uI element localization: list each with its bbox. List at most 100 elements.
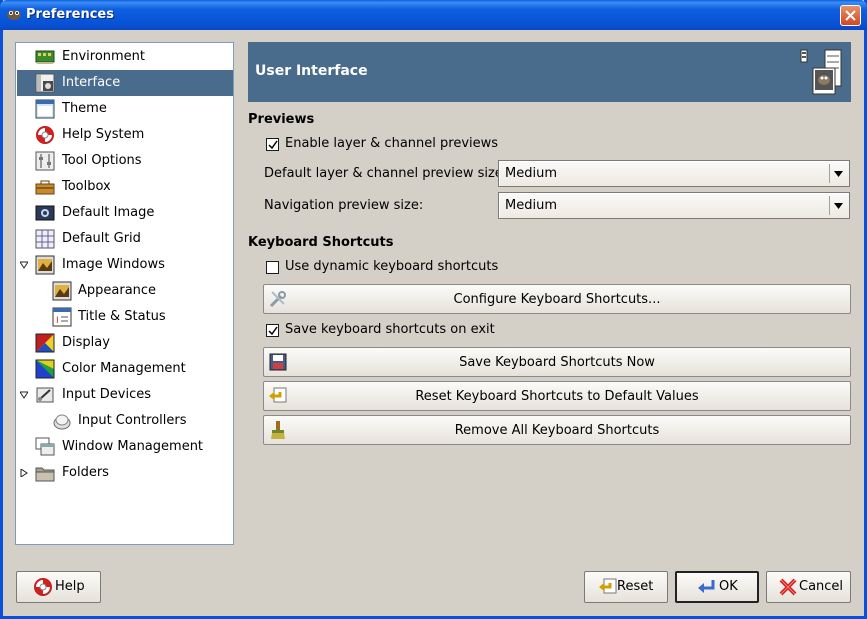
tree-label: Input Controllers — [78, 413, 187, 428]
close-button[interactable] — [840, 5, 861, 26]
tree-item-display[interactable]: Display — [17, 330, 233, 356]
collapsed-arrow-icon[interactable] — [20, 469, 28, 477]
tree-label: Tool Options — [62, 153, 142, 168]
remove-all-shortcuts-button[interactable]: Remove All Keyboard Shortcuts — [263, 415, 851, 445]
save-shortcuts-now-button[interactable]: Save Keyboard Shortcuts Now — [263, 347, 851, 377]
checkmark-icon — [268, 326, 278, 336]
save-on-exit-label[interactable]: Save keyboard shortcuts on exit — [285, 322, 495, 337]
lifebuoy-icon — [36, 126, 54, 144]
tree-label: Window Management — [62, 439, 204, 454]
input-controllers-icon — [53, 414, 71, 430]
lifebuoy-icon — [34, 578, 52, 596]
tree-item-environment[interactable]: Environment — [17, 44, 233, 70]
default-image-icon — [35, 205, 55, 221]
tree-item-folders[interactable]: Folders — [17, 460, 233, 486]
tree-item-input-devices[interactable]: Input Devices — [17, 382, 233, 408]
default-preview-size-label: Default layer & channel preview size: — [264, 166, 508, 181]
page-header: User Interface — [248, 42, 851, 102]
dropdown-button[interactable] — [829, 164, 847, 183]
tree-item-image-windows[interactable]: Image Windows — [17, 252, 233, 278]
tree-item-window-management[interactable]: Window Management — [17, 434, 233, 460]
enable-previews-label[interactable]: Enable layer & channel previews — [285, 136, 498, 151]
select-value: Medium — [505, 166, 557, 181]
reset-shortcuts-button[interactable]: Reset Keyboard Shortcuts to Default Valu… — [263, 381, 851, 411]
gimp-icon — [7, 10, 21, 20]
keyboard-shortcuts-heading: Keyboard Shortcuts — [248, 235, 394, 250]
button-label: Cancel — [799, 579, 844, 594]
default-grid-icon — [35, 229, 55, 249]
tree-item-theme[interactable]: Theme — [17, 96, 233, 122]
image-windows-icon — [35, 255, 55, 275]
tree-item-title-status[interactable]: I Title & Status — [17, 304, 233, 330]
svg-text:I: I — [56, 316, 59, 326]
window-title: Preferences — [26, 7, 114, 22]
toolbox-icon — [35, 180, 55, 195]
button-label: Reset Keyboard Shortcuts to Default Valu… — [415, 389, 699, 404]
configure-shortcuts-button[interactable]: Configure Keyboard Shortcuts... — [263, 284, 851, 314]
theme-icon — [35, 99, 55, 119]
tree-item-color-management[interactable]: Color Management — [17, 356, 233, 382]
environment-icon — [35, 50, 55, 64]
button-label: Save Keyboard Shortcuts Now — [459, 355, 655, 370]
interface-icon — [800, 49, 842, 95]
color-management-icon — [35, 359, 55, 379]
tree-label: Default Image — [62, 205, 155, 220]
nav-preview-size-label: Navigation preview size: — [264, 198, 424, 213]
folders-icon — [35, 467, 55, 482]
button-label: Help — [55, 579, 85, 594]
input-devices-icon — [36, 387, 54, 403]
tree-item-toolbox[interactable]: Toolbox — [17, 174, 233, 200]
tree-item-input-controllers[interactable]: Input Controllers — [17, 408, 233, 434]
help-button[interactable]: Help — [16, 571, 101, 603]
tree-item-default-grid[interactable]: Default Grid — [17, 226, 233, 252]
dynamic-shortcuts-checkbox[interactable] — [266, 261, 279, 274]
checkmark-icon — [268, 140, 278, 150]
window-management-icon — [35, 437, 55, 456]
tree-item-default-image[interactable]: Default Image — [17, 200, 233, 226]
preferences-tree[interactable]: Environment Interface Theme Help System … — [15, 42, 234, 545]
chevron-down-icon — [834, 203, 843, 209]
dropdown-button[interactable] — [829, 196, 847, 215]
tree-label: Environment — [62, 49, 146, 64]
button-label: Reset — [617, 579, 654, 594]
tree-label: Folders — [62, 465, 109, 480]
previews-heading: Previews — [248, 112, 315, 127]
tree-label: Interface — [62, 75, 121, 90]
tree-item-tool-options[interactable]: Tool Options — [17, 148, 233, 174]
enter-arrow-icon — [698, 580, 715, 593]
tree-label: Input Devices — [62, 387, 152, 402]
save-on-exit-checkbox[interactable] — [266, 324, 279, 337]
chevron-down-icon — [834, 171, 843, 177]
button-label: Remove All Keyboard Shortcuts — [454, 423, 660, 438]
revert-icon — [599, 578, 617, 594]
tree-label: Default Grid — [62, 231, 141, 246]
tree-item-help-system[interactable]: Help System — [17, 122, 233, 148]
dynamic-shortcuts-label[interactable]: Use dynamic keyboard shortcuts — [285, 259, 498, 274]
reset-button[interactable]: Reset — [584, 571, 668, 603]
interface-icon — [35, 73, 55, 93]
tree-label: Display — [62, 335, 110, 350]
tool-options-icon — [35, 151, 55, 171]
enable-previews-checkbox[interactable] — [266, 138, 279, 151]
tree-label: Color Management — [62, 361, 186, 376]
tree-item-appearance[interactable]: Appearance — [17, 278, 233, 304]
tree-label: Image Windows — [62, 257, 165, 272]
nav-preview-size-select[interactable]: Medium — [498, 192, 850, 219]
button-label: OK — [719, 579, 738, 594]
tree-label: Help System — [62, 127, 145, 142]
page-title: User Interface — [255, 63, 368, 79]
cancel-x-icon — [779, 578, 797, 596]
tree-label: Title & Status — [78, 309, 166, 324]
tree-label: Toolbox — [62, 179, 111, 194]
display-icon — [35, 333, 55, 353]
title-bar[interactable]: Preferences — [0, 0, 867, 30]
ok-button[interactable]: OK — [675, 571, 759, 603]
expanded-arrow-icon[interactable] — [20, 391, 28, 399]
tree-label: Theme — [62, 101, 107, 116]
expanded-arrow-icon[interactable] — [20, 261, 28, 269]
tree-item-interface[interactable]: Interface — [17, 70, 233, 96]
cancel-button[interactable]: Cancel — [766, 571, 851, 603]
select-value: Medium — [505, 198, 557, 213]
tree-label: Appearance — [78, 283, 157, 298]
default-preview-size-select[interactable]: Medium — [498, 160, 850, 187]
